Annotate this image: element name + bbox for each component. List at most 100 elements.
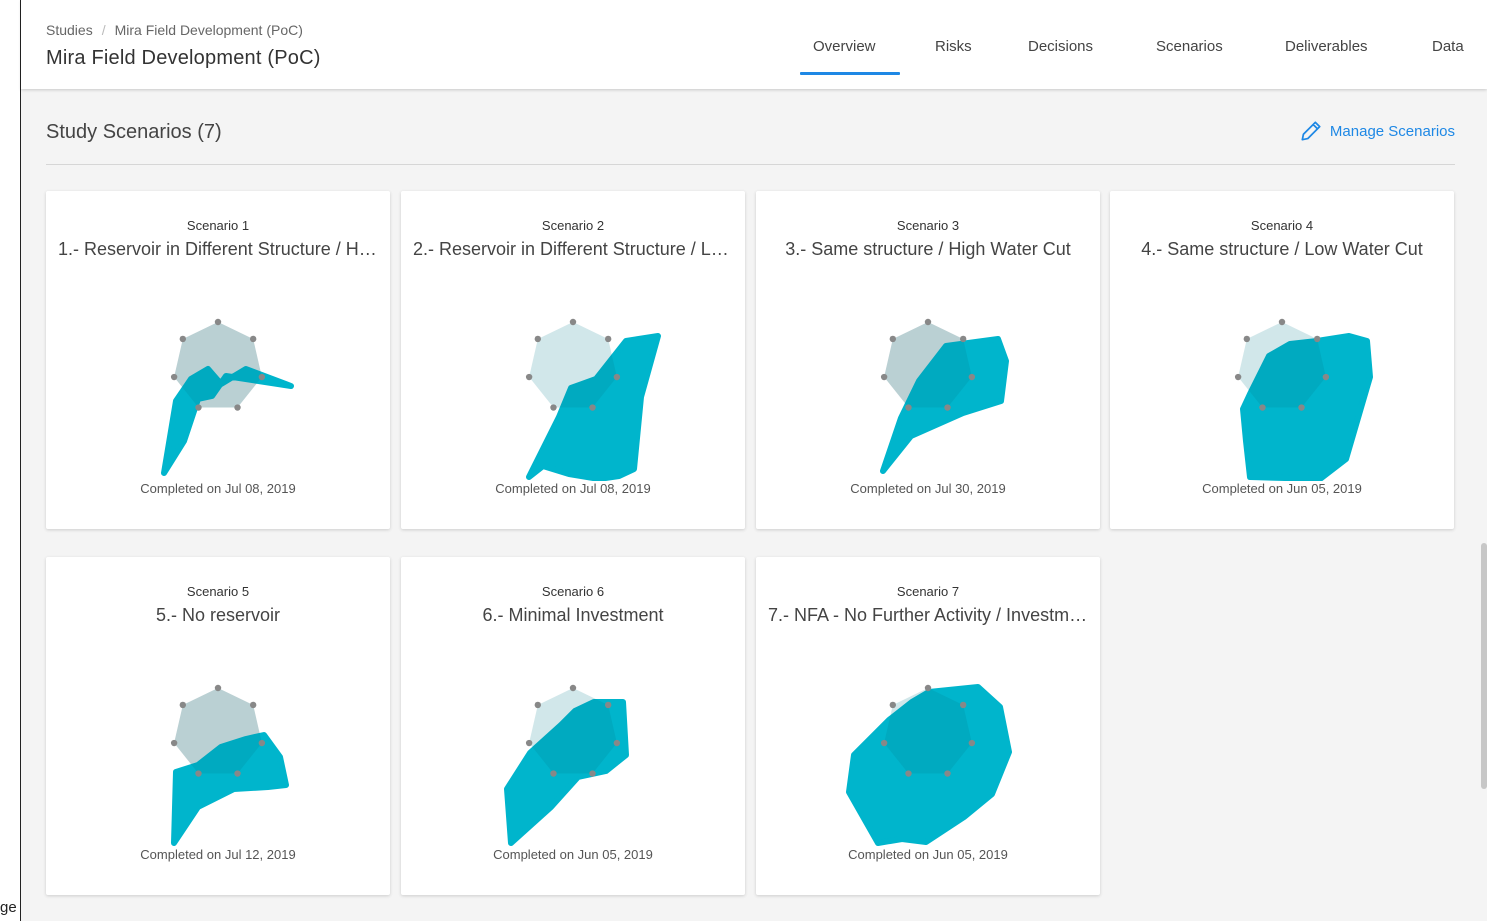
active-tab-indicator	[800, 72, 900, 75]
tab-risks[interactable]: Risks	[935, 38, 972, 55]
scenario-card-4[interactable]: Scenario 4 4.- Same structure / Low Water…	[1110, 191, 1454, 529]
radar-vertex-dot	[959, 701, 967, 709]
radar-vertex-dot	[613, 373, 621, 381]
scenario-card-3[interactable]: Scenario 3 3.- Same structure / High Wate…	[756, 191, 1100, 529]
scenario-name: 5.- No reservoir	[155, 605, 281, 625]
radar-vertex-dot	[234, 770, 241, 777]
tab-overview[interactable]: Overview	[813, 38, 876, 55]
study-header: Studies / Mira Field Development (PoC) Mir…	[21, 0, 1487, 89]
scenario-label: Scenario 4	[1250, 218, 1314, 233]
radar-vertex-dot	[525, 739, 533, 747]
radar-vertex-dot	[249, 335, 257, 343]
radar-vertex-dot	[534, 335, 542, 343]
scenario-card-1[interactable]: Scenario 1 1.- Reservoir in Different Str…	[46, 191, 390, 529]
radar-vertex-dot	[604, 335, 612, 343]
tab-deliverables[interactable]: Deliverables	[1285, 38, 1368, 55]
radar-chart	[1234, 318, 1373, 481]
tab-scenarios[interactable]: Scenarios	[1156, 38, 1223, 55]
vertical-scrollbar[interactable]	[1481, 543, 1487, 789]
scenario-label: Scenario 5	[186, 584, 250, 599]
radar-chart	[504, 684, 629, 846]
pencil-icon	[1301, 121, 1321, 141]
scenario-label: Scenario 3	[896, 218, 960, 233]
tab-decisions[interactable]: Decisions	[1028, 38, 1093, 55]
radar-vertex-dot	[195, 770, 202, 777]
radar-vertex-dot	[889, 701, 897, 709]
tab-bar: Overview Risks Decisions Scenarios Deliv…	[21, 0, 1487, 89]
radar-vertex-dot	[1234, 373, 1242, 381]
radar-vertex-dot	[905, 770, 912, 777]
radar-vertex-dot	[179, 335, 187, 343]
radar-vertex-dot	[1322, 373, 1330, 381]
radar-vertex-dot	[195, 404, 202, 411]
radar-chart	[846, 684, 1012, 846]
radar-vertex-dot	[170, 739, 178, 747]
section-title: Study Scenarios (7)	[46, 121, 222, 143]
radar-vertex-dot	[258, 739, 266, 747]
radar-vertex-dot	[214, 684, 222, 692]
main-content: Studies / Mira Field Development (PoC) Mir…	[21, 0, 1487, 921]
radar-chart	[880, 318, 1009, 474]
radar-vertex-dot	[569, 684, 577, 692]
radar-vertex-dot	[880, 739, 888, 747]
radar-vertex-dot	[905, 404, 912, 411]
scenario-card-5[interactable]: Scenario 5 5.- No reservoir Completed on J…	[46, 557, 390, 895]
radar-vertex-dot	[1243, 335, 1251, 343]
radar-vertex-dot	[959, 335, 967, 343]
left-panel-edge	[0, 0, 20, 921]
radar-chart	[161, 318, 294, 476]
completion-date: Completed on Jun 05, 2019	[1202, 481, 1362, 496]
radar-vertex-dot	[968, 739, 976, 747]
radar-vertex-dot	[550, 770, 557, 777]
scenario-name: 7.- NFA - No Further Activity / Investme…	[768, 605, 1088, 625]
scenario-card-7[interactable]: Scenario 7 7.- NFA - No Further Activity …	[756, 557, 1100, 895]
scenario-name: 3.- Same structure / High Water Cut	[785, 239, 1071, 259]
scenario-card-2[interactable]: Scenario 2 2.- Reservoir in Different Str…	[401, 191, 745, 529]
radar-vertex-dot	[604, 701, 612, 709]
radar-vertex-dot	[924, 684, 932, 692]
scenario-name: 6.- Minimal Investment	[482, 605, 664, 625]
radar-vertex-dot	[234, 404, 241, 411]
completion-date: Completed on Jul 12, 2019	[140, 847, 296, 862]
radar-vertex-dot	[569, 318, 577, 326]
radar-vertex-dot	[880, 373, 888, 381]
radar-vertex-dot	[613, 739, 621, 747]
radar-vertex-dot	[249, 701, 257, 709]
completion-date: Completed on Jun 05, 2019	[848, 847, 1008, 862]
radar-vertex-dot	[944, 404, 951, 411]
scenario-name: 1.- Reservoir in Different Structure / H…	[58, 239, 378, 259]
radar-vertex-dot	[924, 318, 932, 326]
radar-vertex-dot	[1259, 404, 1266, 411]
radar-vertex-dot	[214, 318, 222, 326]
scenario-label: Scenario 2	[541, 218, 605, 233]
radar-vertex-dot	[170, 373, 178, 381]
radar-vertex-dot	[1278, 318, 1286, 326]
left-panel-clipped-text: ge	[0, 899, 17, 916]
radar-vertex-dot	[525, 373, 533, 381]
completion-date: Completed on Jul 08, 2019	[140, 481, 296, 496]
radar-vertex-dot	[944, 770, 951, 777]
radar-vertex-dot	[589, 404, 596, 411]
scenario-label: Scenario 6	[541, 584, 605, 599]
scenario-label: Scenario 7	[896, 584, 960, 599]
completion-date: Completed on Jul 08, 2019	[495, 481, 651, 496]
radar-vertex-dot	[589, 770, 596, 777]
radar-vertex-dot	[550, 404, 557, 411]
manage-scenarios-button[interactable]: Manage Scenarios	[1298, 118, 1455, 144]
scenario-name: 4.- Same structure / Low Water Cut	[1141, 239, 1423, 259]
radar-vertex-dot	[1313, 335, 1321, 343]
scenario-label: Scenario 1	[186, 218, 250, 233]
radar-vertex-dot	[179, 701, 187, 709]
scenario-card-6[interactable]: Scenario 6 6.- Minimal Investment Complete…	[401, 557, 745, 895]
radar-chart	[170, 684, 289, 846]
radar-vertex-dot	[889, 335, 897, 343]
radar-vertex-dot	[968, 373, 976, 381]
section-divider	[46, 164, 1455, 165]
radar-chart	[525, 318, 661, 481]
radar-vertex-dot	[534, 701, 542, 709]
radar-vertex-dot	[258, 373, 266, 381]
completion-date: Completed on Jul 30, 2019	[850, 481, 1006, 496]
completion-date: Completed on Jun 05, 2019	[493, 847, 653, 862]
tab-data[interactable]: Data	[1432, 38, 1464, 55]
radar-vertex-dot	[1298, 404, 1305, 411]
